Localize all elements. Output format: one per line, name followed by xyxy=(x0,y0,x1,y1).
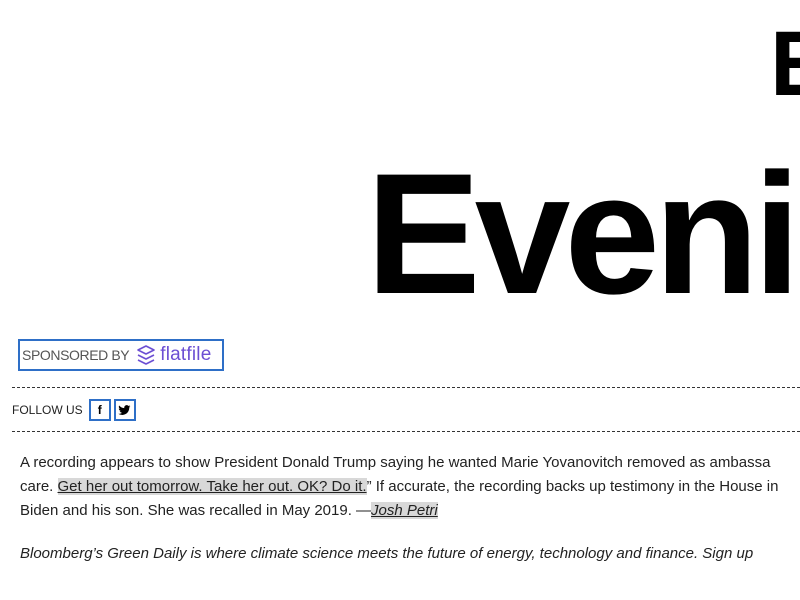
newsletter-masthead: E Eveni xyxy=(0,0,800,330)
masthead-title-line1: E xyxy=(770,18,800,110)
article-line-3-prefix: Biden and his son. She was recalled in M… xyxy=(20,502,372,519)
article-line-1: A recording appears to show President Do… xyxy=(20,454,771,471)
twitter-icon xyxy=(118,404,131,415)
flatfile-logo-icon xyxy=(137,345,156,365)
sponsor-brand-name: flatfile xyxy=(160,344,212,365)
article-line-2-suffix: ” If accurate, the recording backs up te… xyxy=(366,478,779,495)
masthead-title-line2: Eveni xyxy=(366,138,800,330)
sponsor-badge[interactable]: SPONSORED BY flatfile xyxy=(18,339,224,371)
article-line-2: care. Get her out tomorrow. Take her out… xyxy=(20,475,800,499)
divider-top xyxy=(12,387,800,388)
facebook-icon: f xyxy=(97,403,102,417)
facebook-button[interactable]: f xyxy=(88,399,111,421)
article-line-3: Biden and his son. She was recalled in M… xyxy=(20,499,800,523)
sponsor-label: SPONSORED BY xyxy=(22,347,130,363)
author-link[interactable]: Josh Petri xyxy=(371,502,438,519)
follow-us-label: FOLLOW US xyxy=(12,403,83,417)
promo-text: Bloomberg’s Green Daily is where climate… xyxy=(20,545,754,562)
follow-us-bar: FOLLOW US f xyxy=(12,397,136,423)
divider-bottom xyxy=(12,431,800,432)
flatfile-logo: flatfile xyxy=(135,344,211,366)
article-line-2-prefix: care. xyxy=(20,478,58,495)
highlighted-quote: Get her out tomorrow. Take her out. OK? … xyxy=(57,478,367,495)
twitter-button[interactable] xyxy=(113,399,136,421)
article-body: A recording appears to show President Do… xyxy=(20,451,800,523)
